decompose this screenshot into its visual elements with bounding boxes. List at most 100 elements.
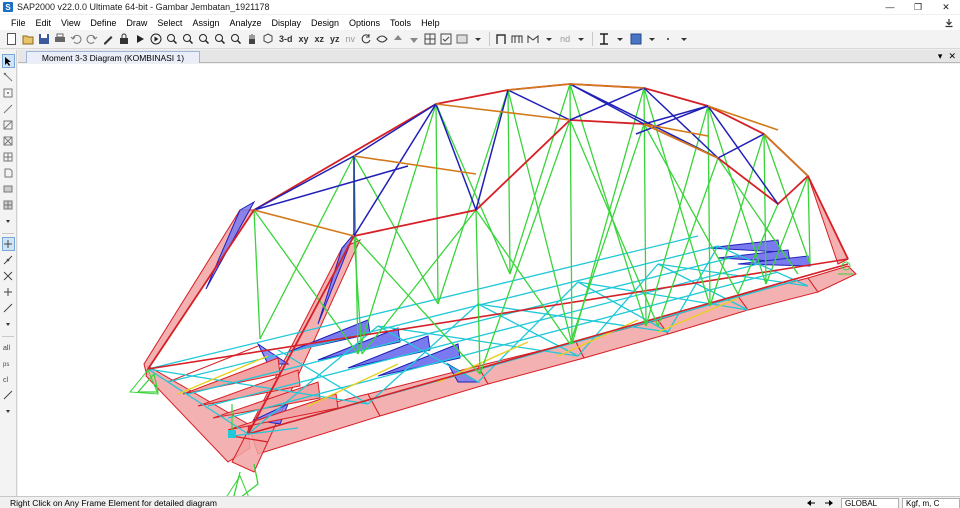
view-xy-button[interactable]: xy [296,34,312,44]
close-window-button[interactable]: ✕ [932,0,960,14]
menu-analyze[interactable]: Analyze [224,18,266,28]
draw-joint-icon[interactable] [2,86,15,100]
zoom-in-icon[interactable] [164,32,179,47]
coord-system-value: GLOBAL [845,498,878,508]
run-step-icon[interactable] [148,32,163,47]
section-i-icon[interactable] [596,32,611,47]
draw-section-icon[interactable] [509,32,524,47]
menu-edit[interactable]: Edit [31,18,57,28]
nd-button[interactable]: nd [557,34,573,44]
grid-view-icon[interactable] [422,32,437,47]
snap-icon[interactable] [1,237,15,251]
rotate-3d-icon[interactable] [260,32,275,47]
check-icon[interactable] [438,32,453,47]
snap-mid-icon[interactable] [2,301,15,315]
reshape-icon[interactable] [2,70,15,84]
zoom-window-icon[interactable] [196,32,211,47]
new-file-icon[interactable] [4,32,19,47]
status-message: Right Click on Any Frame Element for det… [10,497,217,508]
move-down-icon[interactable] [406,32,421,47]
draw-grid-icon[interactable] [2,150,15,164]
arrow-right-icon[interactable] [820,498,838,508]
redo-icon[interactable] [84,32,99,47]
dropdown-arrow-icon[interactable] [541,32,556,47]
open-file-icon[interactable] [20,32,35,47]
top-lateral-bracing [253,83,809,237]
draw-member-icon[interactable] [525,32,540,47]
view-3d-button[interactable]: 3-d [276,34,296,44]
menu-select[interactable]: Select [152,18,187,28]
more-tools-icon[interactable] [2,214,15,228]
zoom-full-icon[interactable] [228,32,243,47]
floor-beam-moments [167,239,811,431]
tab-pin-icon[interactable]: ▾ [938,51,943,62]
more-tools-icon[interactable] [2,317,15,331]
draw-frame-icon[interactable] [493,32,508,47]
deselect-icon[interactable]: cl [2,372,15,386]
coord-system-select[interactable]: GLOBAL [841,497,899,508]
menu-display[interactable]: Display [266,18,306,28]
more-tools-icon[interactable] [2,404,15,418]
more-icon[interactable] [660,32,675,47]
draw-quad-icon[interactable] [2,198,15,212]
draw-brace-icon[interactable] [2,134,15,148]
main-toolbar: 3-d xy xz yz nv nd [0,30,960,49]
menu-file[interactable]: File [6,18,31,28]
dropdown-arrow-icon[interactable] [573,32,588,47]
dropdown-arrow-icon[interactable] [644,32,659,47]
dropdown-arrow-icon[interactable] [676,32,691,47]
minimize-button[interactable]: — [876,0,904,14]
title-bar: S SAP2000 v22.0.0 Ultimate 64-bit - Gamb… [0,0,960,14]
snap-intersect-icon[interactable] [2,269,15,283]
bridge-moment-diagram [129,83,857,496]
arrow-left-icon[interactable] [802,498,820,508]
left-toolbar-separator [2,336,14,337]
print-icon[interactable] [52,32,67,47]
menu-bar: File Edit View Define Draw Select Assign… [0,15,960,30]
menu-define[interactable]: Define [85,18,121,28]
rotate-view-icon[interactable] [358,32,373,47]
draw-rect-area-icon[interactable] [2,182,15,196]
menu-draw[interactable]: Draw [121,18,152,28]
download-icon[interactable] [942,15,956,30]
save-icon[interactable] [36,32,51,47]
menu-options[interactable]: Options [344,18,385,28]
dropdown-arrow-icon[interactable] [470,32,485,47]
move-up-icon[interactable] [390,32,405,47]
menu-design[interactable]: Design [306,18,344,28]
options-icon[interactable] [454,32,469,47]
model-canvas[interactable] [18,64,960,496]
status-bar: Right Click on Any Frame Element for det… [0,496,960,508]
snap-line-icon[interactable] [2,253,15,267]
menu-help[interactable]: Help [416,18,445,28]
menu-tools[interactable]: Tools [385,18,416,28]
pencil-icon[interactable] [100,32,115,47]
draw-area-icon[interactable] [2,166,15,180]
pointer-icon[interactable] [1,54,15,68]
select-all-icon[interactable]: all [2,340,15,354]
units-select[interactable]: Kgf, m, C [902,497,960,508]
lock-icon[interactable] [116,32,131,47]
run-analysis-icon[interactable] [132,32,147,47]
intersect-select-icon[interactable] [2,388,15,402]
snap-perp-icon[interactable] [2,285,15,299]
perspective-icon[interactable] [374,32,389,47]
view-nv-button[interactable]: nv [343,34,359,44]
menu-assign[interactable]: Assign [187,18,224,28]
draw-line-icon[interactable] [2,102,15,116]
view-xz-button[interactable]: xz [312,34,328,44]
undo-icon[interactable] [68,32,83,47]
menu-view[interactable]: View [56,18,85,28]
tab-moment-diagram[interactable]: Moment 3-3 Diagram (KOMBINASI 1) [26,51,200,63]
draw-frame-icon[interactable] [2,118,15,132]
pan-icon[interactable] [244,32,259,47]
dropdown-arrow-icon[interactable] [612,32,627,47]
zoom-prev-icon[interactable] [212,32,227,47]
restore-button[interactable]: ❐ [904,0,932,14]
tab-close-icon[interactable]: ✕ [948,51,956,62]
app-logo-icon: S [3,2,13,12]
view-yz-button[interactable]: yz [327,34,343,44]
select-ps-icon[interactable]: ps [2,356,15,370]
display-options-icon[interactable] [628,32,643,47]
zoom-out-icon[interactable] [180,32,195,47]
